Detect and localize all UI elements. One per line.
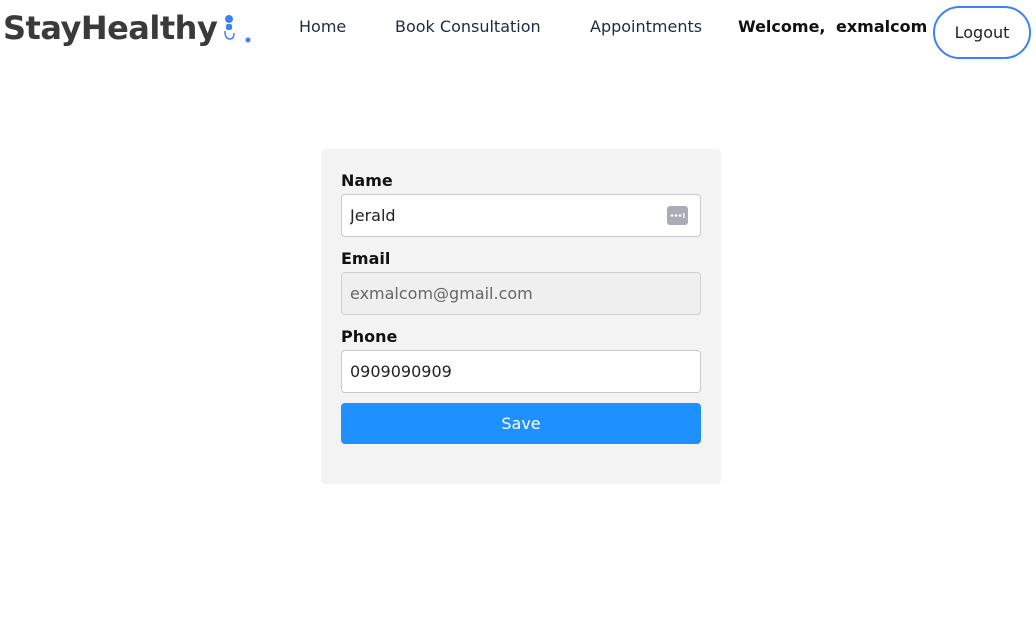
save-button[interactable]: Save — [341, 403, 701, 444]
navbar: StayHealthy Home Book Consultation Appoi… — [0, 0, 1036, 62]
name-field[interactable] — [341, 194, 701, 237]
email-label: Email — [341, 249, 391, 268]
username-label: exmalcom — [836, 17, 928, 36]
phone-field[interactable] — [341, 350, 701, 393]
phone-label: Phone — [341, 327, 398, 346]
brand-name: StayHealthy — [3, 9, 218, 47]
password-manager-icon[interactable] — [667, 206, 688, 225]
profile-form-card: Name Email Phone Save — [321, 149, 721, 484]
logout-button[interactable]: Logout — [933, 6, 1031, 59]
brand-logo[interactable]: StayHealthy — [3, 8, 253, 48]
name-label: Name — [341, 171, 393, 190]
welcome-label: Welcome, — [738, 17, 826, 36]
nav-book-consultation-link[interactable]: Book Consultation — [395, 17, 541, 36]
stethoscope-icon — [221, 12, 253, 44]
email-field — [341, 272, 701, 315]
nav-appointments-link[interactable]: Appointments — [590, 17, 702, 36]
nav-home-link[interactable]: Home — [299, 17, 346, 36]
